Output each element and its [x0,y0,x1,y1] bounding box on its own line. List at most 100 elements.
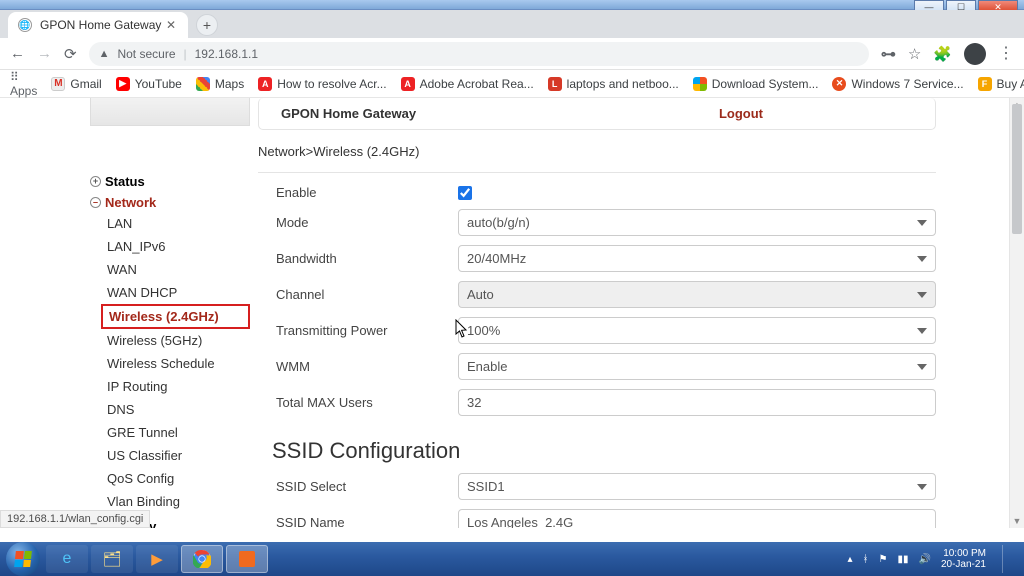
bookmark-gmail[interactable]: MGmail [51,77,101,91]
browser-tab[interactable]: 🌐 GPON Home Gateway ✕ [8,12,188,38]
windows-logo-icon [14,551,32,567]
bookmark-win7-service[interactable]: ✕Windows 7 Service... [832,77,963,91]
flipkart-icon: F [978,77,992,91]
not-secure-icon: ▲ [99,48,110,60]
channel-select[interactable]: Auto [458,281,936,308]
page-content: GPON Home Gateway Logout Network>Wireles… [0,98,1024,528]
adobe-icon: A [258,77,272,91]
scroll-thumb[interactable] [1012,104,1022,234]
breadcrumb: Network>Wireless (2.4GHz) [258,144,419,159]
ssid-name-input[interactable] [458,509,936,528]
sidebar-item-wan[interactable]: WAN [101,258,250,281]
microsoft-icon [693,77,707,91]
security-label: Not secure [117,47,175,61]
channel-label: Channel [258,287,458,302]
flag-icon[interactable]: ⚑ [879,554,888,565]
bookmark-buy-acer[interactable]: FBuy Acer 39.62 cm (... [978,77,1024,91]
tab-strip: 🌐 GPON Home Gateway ✕ + [0,10,1024,38]
sidebar-item-dns[interactable]: DNS [101,398,250,421]
scroll-down-arrow-icon[interactable]: ▼ [1010,514,1024,528]
taskbar-app[interactable] [226,545,268,573]
ssid-name-label: SSID Name [258,515,458,528]
taskbar-chrome[interactable] [181,545,223,573]
start-button[interactable] [6,542,40,576]
expand-plus-icon [90,176,101,187]
wmp-icon: ▶ [151,550,163,568]
show-desktop-button[interactable] [1002,545,1012,573]
bookmark-youtube[interactable]: ▶YouTube [116,77,182,91]
sidebar-item-wan-dhcp[interactable]: WAN DHCP [101,281,250,304]
ssid-select[interactable]: SSID1 [458,473,936,500]
logout-link[interactable]: Logout [719,106,763,121]
bookmark-laptops[interactable]: Llaptops and netboo... [548,77,679,91]
forward-button[interactable]: → [37,45,52,62]
tab-close-icon[interactable]: ✕ [164,18,178,32]
key-icon[interactable]: ⊶ [881,45,896,63]
collapse-minus-icon [90,197,101,208]
sidebar-item-lan-ipv6[interactable]: LAN_IPv6 [101,235,250,258]
bookmark-adobe-resolve[interactable]: AHow to resolve Acr... [258,77,386,91]
sidebar-section-network[interactable]: Network [90,195,250,210]
lenovo-icon: L [548,77,562,91]
tray-clock[interactable]: 10:00 PM 20-Jan-21 [941,548,986,570]
extensions-puzzle-icon[interactable]: 🧩 [933,45,952,63]
bookmark-adobe-reader[interactable]: AAdobe Acrobat Rea... [401,77,534,91]
ssid-section-heading: SSID Configuration [272,438,936,464]
taskbar-ie[interactable]: e [46,545,88,573]
bookmark-ms-download[interactable]: Download System... [693,77,819,91]
router-header: GPON Home Gateway Logout [258,98,936,130]
app-icon [239,551,255,567]
bookmark-star-icon[interactable]: ☆ [908,45,921,63]
tray-chevron-up-icon[interactable]: ▴ [848,554,853,565]
adobe-icon: A [401,77,415,91]
bluetooth-icon[interactable]: ᚼ [863,554,869,565]
bandwidth-select[interactable]: 20/40MHz [458,245,936,272]
taskbar-explorer[interactable]: 🗂 [91,545,133,573]
sidebar-item-wireless-5ghz[interactable]: Wireless (5GHz) [101,329,250,352]
sidebar-section-status[interactable]: Status [90,174,250,189]
sidebar-item-gre-tunnel[interactable]: GRE Tunnel [101,421,250,444]
txpower-select[interactable]: 100% [458,317,936,344]
sidebar-item-us-classifier[interactable]: US Classifier [101,444,250,467]
reload-button[interactable]: ⟳ [64,45,77,63]
error-icon: ✕ [832,77,846,91]
network-icon[interactable]: ▮▮ [898,554,909,565]
sidebar-item-ip-routing[interactable]: IP Routing [101,375,250,398]
speaker-icon[interactable]: 🔊 [919,554,931,565]
url-text: 192.168.1.1 [195,47,258,61]
enable-label: Enable [258,185,458,200]
gmail-icon: M [51,77,65,91]
bookmark-maps[interactable]: Maps [196,77,244,91]
maxusers-label: Total MAX Users [258,395,458,410]
bandwidth-label: Bandwidth [258,251,458,266]
system-tray[interactable]: ▴ ᚼ ⚑ ▮▮ 🔊 10:00 PM 20-Jan-21 [848,545,1019,573]
address-bar[interactable]: ▲ Not secure | 192.168.1.1 [89,42,869,66]
maxusers-input[interactable] [458,389,936,416]
logo-area [90,98,250,126]
new-tab-button[interactable]: + [196,14,218,36]
globe-icon: 🌐 [18,18,32,32]
taskbar-media-player[interactable]: ▶ [136,545,178,573]
txpower-label: Transmitting Power [258,323,458,338]
sidebar-item-wireless-24ghz[interactable]: Wireless (2.4GHz) [101,304,250,329]
ssid-select-label: SSID Select [258,479,458,494]
wmm-select[interactable]: Enable [458,353,936,380]
page-scrollbar[interactable]: ▲ ▼ [1009,98,1024,528]
sidebar-item-lan[interactable]: LAN [101,212,250,235]
enable-checkbox[interactable] [458,186,472,200]
profile-avatar[interactable] [964,43,986,65]
status-bar-url: 192.168.1.1/wlan_config.cgi [0,510,150,528]
folder-icon: 🗂 [102,550,121,568]
mode-label: Mode [258,215,458,230]
main-form: Enable Mode auto(b/g/n) Bandwidth 20/40M… [258,172,936,528]
menu-dots-icon[interactable]: ⋮ [998,49,1014,59]
sidebar-item-qos-config[interactable]: QoS Config [101,467,250,490]
maps-icon [196,77,210,91]
mode-select[interactable]: auto(b/g/n) [458,209,936,236]
sidebar-nav: Status Network LAN LAN_IPv6 WAN WAN DHCP… [90,168,250,528]
sidebar-item-wireless-schedule[interactable]: Wireless Schedule [101,352,250,375]
apps-button[interactable]: ⠿ Apps [10,70,37,98]
ie-icon: e [63,550,72,568]
back-button[interactable]: ← [10,45,25,62]
chrome-icon [193,550,211,568]
